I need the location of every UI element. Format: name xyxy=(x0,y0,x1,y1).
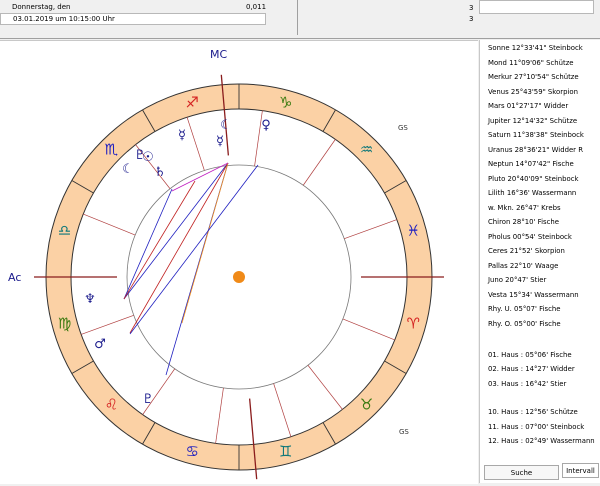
value-readout: 0,011 xyxy=(246,3,267,11)
house-row: 01. Haus : 05°06' Fische xyxy=(488,351,572,359)
positions-panel: Sonne 12°33'41" Steinbock Mond 11°09'06" … xyxy=(479,40,600,483)
position-row: Uranus 28°36'21" Widder R xyxy=(488,145,583,154)
saturn-icon: ♄ xyxy=(154,165,166,180)
zodiac-libra-icon: ♎ xyxy=(58,221,71,239)
zodiac-sagittarius-icon: ♐ xyxy=(186,94,199,112)
horoscope-wheel[interactable]: ♈♉♊♋♌♍♎♏♐ ♑♒♓MCAcGSGS☾ ♀☿☉♄☾♇♆♂♇☿ xyxy=(0,41,478,484)
datetime-field[interactable]: 03.01.2019 um 10:15:00 Uhr xyxy=(0,13,266,25)
venus-icon: ♀ xyxy=(261,118,271,133)
zodiac-cancer-icon: ♋ xyxy=(186,442,199,460)
asc-label: Ac xyxy=(8,271,21,284)
position-row: Juno 20°47' Stier xyxy=(488,276,547,284)
position-row: Rhy. O. 05°00' Fische xyxy=(488,319,561,328)
pluto-south-icon: ♇ xyxy=(142,392,154,407)
zodiac-capricorn-icon: ♑ xyxy=(279,94,292,112)
gs-label-top: GS xyxy=(398,124,408,132)
position-row: Neptun 14°07'42" Fische xyxy=(488,160,574,168)
position-row: Ceres 21°52' Skorpion xyxy=(488,247,565,255)
zodiac-pisces-icon: ♓ xyxy=(407,221,420,239)
zodiac-virgo-icon: ♍ xyxy=(58,315,71,333)
center-dot xyxy=(233,271,245,283)
position-row: Jupiter 12°14'32" Schütze xyxy=(488,116,578,125)
mars-icon: ♂ xyxy=(94,337,106,352)
chart-panel: ♈ ♉ ♊ ♋ ♌ ♍ ♎ ♏ ♐ ♑ ♒ ♓ MC Ac GS GS ☾ ♀ ☿ ☉ ♄ ☾ ♇ ♆ ♂ ♇ ☿ xyxy=(0,40,478,484)
date-info-panel: Donnerstag, den 0,011 03.01.2019 um 10:1… xyxy=(0,0,298,35)
search-input[interactable] xyxy=(479,0,594,14)
position-row: Saturn 11°38'38" Steinbock xyxy=(488,131,584,139)
mc-label: MC xyxy=(210,48,227,61)
pluto-icon: ♇ xyxy=(134,148,146,163)
position-row: Mond 11°09'06" Schütze xyxy=(488,58,574,67)
zodiac-gemini-icon: ♊ xyxy=(279,442,292,460)
count-label-1: 3 xyxy=(469,4,474,12)
position-row: w. Mkn. 26°47' Krebs xyxy=(488,203,561,212)
house-row: 02. Haus : 14°27' Widder xyxy=(488,365,575,373)
node-moon-icon: ☾ xyxy=(122,162,134,177)
position-row: Pluto 20°40'09" Steinbock xyxy=(488,174,579,183)
position-row: Vesta 15°34' Wassermann xyxy=(488,290,579,299)
count-label-2: 3 xyxy=(469,15,474,23)
search-button[interactable]: Suche xyxy=(484,465,559,480)
position-row: Venus 25°43'59" Skorpion xyxy=(488,87,578,96)
position-row: Sonne 12°33'41" Steinbock xyxy=(488,44,583,52)
zodiac-taurus-icon: ♉ xyxy=(360,396,373,414)
gs-label-bottom: GS xyxy=(399,428,409,436)
moon-icon: ☾ xyxy=(220,118,232,133)
zodiac-aries-icon: ♈ xyxy=(407,315,420,333)
zodiac-scorpio-icon: ♏ xyxy=(105,140,119,158)
position-row: Merkur 27°10'54" Schütze xyxy=(488,73,579,81)
top-toolbar: Donnerstag, den 0,011 03.01.2019 um 10:1… xyxy=(0,0,600,39)
mercury-icon: ☿ xyxy=(178,128,186,143)
zodiac-leo-icon: ♌ xyxy=(105,396,118,414)
position-row: Lilith 16°36' Wassermann xyxy=(488,189,577,197)
house-row: 11. Haus : 07°00' Steinbock xyxy=(488,423,585,431)
position-row: Pallas 22°10' Waage xyxy=(488,261,559,270)
position-row: Chiron 28°10' Fische xyxy=(488,218,559,226)
house-row: 12. Haus : 02°49' Wassermann xyxy=(488,437,595,445)
zodiac-aquarius-icon: ♒ xyxy=(360,140,373,158)
position-row: Mars 01°27'17" Widder xyxy=(488,102,569,110)
date-label: Donnerstag, den xyxy=(12,3,71,11)
position-row: Rhy. U. 05°07' Fische xyxy=(488,305,561,313)
position-row: Pholus 00°54' Steinbock xyxy=(488,232,572,241)
interval-button[interactable]: Intervall xyxy=(562,463,599,478)
mercury-2-icon: ☿ xyxy=(216,134,224,149)
house-row: 10. Haus : 12°56' Schütze xyxy=(488,408,578,416)
neptune-icon: ♆ xyxy=(84,292,96,307)
house-row: 03. Haus : 16°42' Stier xyxy=(488,380,567,388)
